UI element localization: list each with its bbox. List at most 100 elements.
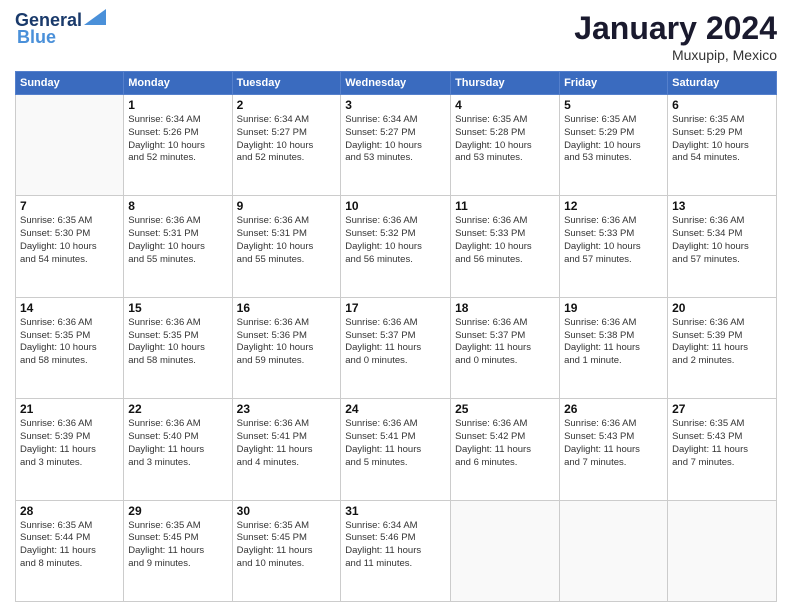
calendar-cell: 17 Sunrise: 6:36 AMSunset: 5:37 PMDayligh… (341, 297, 451, 398)
day-info: Sunrise: 6:36 AMSunset: 5:38 PMDaylight:… (564, 317, 663, 368)
day-info: Sunrise: 6:36 AMSunset: 5:35 PMDaylight:… (20, 317, 119, 368)
day-number: 13 (672, 199, 772, 213)
weekday-header-friday: Friday (560, 72, 668, 95)
day-info: Sunrise: 6:36 AMSunset: 5:34 PMDaylight:… (672, 215, 772, 266)
calendar-cell: 31 Sunrise: 6:34 AMSunset: 5:46 PMDayligh… (341, 500, 451, 601)
calendar-cell: 4 Sunrise: 6:35 AMSunset: 5:28 PMDaylight… (451, 95, 560, 196)
day-number: 9 (237, 199, 337, 213)
day-number: 14 (20, 301, 119, 315)
day-info: Sunrise: 6:36 AMSunset: 5:36 PMDaylight:… (237, 317, 337, 368)
title-block: January 2024 Muxupip, Mexico (574, 10, 777, 63)
calendar-week-row: 28 Sunrise: 6:35 AMSunset: 5:44 PMDayligh… (16, 500, 777, 601)
calendar-week-row: 7Sunrise: 6:35 AMSunset: 5:30 PMDaylight… (16, 196, 777, 297)
day-info: Sunrise: 6:36 AMSunset: 5:37 PMDaylight:… (345, 317, 446, 368)
day-info: Sunrise: 6:36 AMSunset: 5:37 PMDaylight:… (455, 317, 555, 368)
day-info: Sunrise: 6:34 AMSunset: 5:46 PMDaylight:… (345, 520, 446, 571)
day-info: Sunrise: 6:36 AMSunset: 5:31 PMDaylight:… (128, 215, 227, 266)
day-number: 30 (237, 504, 337, 518)
day-info: Sunrise: 6:36 AMSunset: 5:39 PMDaylight:… (20, 418, 119, 469)
calendar-cell: 20Sunrise: 6:36 AMSunset: 5:39 PMDayligh… (668, 297, 777, 398)
weekday-header-wednesday: Wednesday (341, 72, 451, 95)
day-number: 1 (128, 98, 227, 112)
logo: General Blue (15, 10, 106, 48)
day-number: 8 (128, 199, 227, 213)
day-info: Sunrise: 6:36 AMSunset: 5:42 PMDaylight:… (455, 418, 555, 469)
day-number: 27 (672, 402, 772, 416)
day-info: Sunrise: 6:36 AMSunset: 5:31 PMDaylight:… (237, 215, 337, 266)
calendar-cell: 16 Sunrise: 6:36 AMSunset: 5:36 PMDayligh… (232, 297, 341, 398)
day-number: 12 (564, 199, 663, 213)
calendar-cell: 21Sunrise: 6:36 AMSunset: 5:39 PMDayligh… (16, 399, 124, 500)
day-number: 29 (128, 504, 227, 518)
day-number: 10 (345, 199, 446, 213)
calendar-cell: 12 Sunrise: 6:36 AMSunset: 5:33 PMDayligh… (560, 196, 668, 297)
weekday-header-sunday: Sunday (16, 72, 124, 95)
calendar-cell: 2 Sunrise: 6:34 AMSunset: 5:27 PMDaylight… (232, 95, 341, 196)
weekday-header-tuesday: Tuesday (232, 72, 341, 95)
calendar-table: SundayMondayTuesdayWednesdayThursdayFrid… (15, 71, 777, 602)
day-number: 20 (672, 301, 772, 315)
day-number: 5 (564, 98, 663, 112)
day-info: Sunrise: 6:35 AMSunset: 5:43 PMDaylight:… (672, 418, 772, 469)
calendar-cell: 14 Sunrise: 6:36 AMSunset: 5:35 PMDayligh… (16, 297, 124, 398)
day-info: Sunrise: 6:35 AMSunset: 5:30 PMDaylight:… (20, 215, 119, 266)
day-info: Sunrise: 6:34 AMSunset: 5:26 PMDaylight:… (128, 114, 227, 165)
weekday-header-thursday: Thursday (451, 72, 560, 95)
day-info: Sunrise: 6:36 AMSunset: 5:33 PMDaylight:… (455, 215, 555, 266)
day-number: 23 (237, 402, 337, 416)
calendar-cell: 28 Sunrise: 6:35 AMSunset: 5:44 PMDayligh… (16, 500, 124, 601)
calendar-week-row: 1 Sunrise: 6:34 AMSunset: 5:26 PMDaylight… (16, 95, 777, 196)
day-number: 4 (455, 98, 555, 112)
calendar-week-row: 21Sunrise: 6:36 AMSunset: 5:39 PMDayligh… (16, 399, 777, 500)
calendar-cell: 22Sunrise: 6:36 AMSunset: 5:40 PMDayligh… (124, 399, 232, 500)
day-info: Sunrise: 6:35 AMSunset: 5:29 PMDaylight:… (564, 114, 663, 165)
day-info: Sunrise: 6:35 AMSunset: 5:44 PMDaylight:… (20, 520, 119, 571)
month-title: January 2024 (574, 10, 777, 47)
day-number: 16 (237, 301, 337, 315)
calendar-week-row: 14 Sunrise: 6:36 AMSunset: 5:35 PMDayligh… (16, 297, 777, 398)
day-number: 17 (345, 301, 446, 315)
calendar-cell: 9 Sunrise: 6:36 AMSunset: 5:31 PMDaylight… (232, 196, 341, 297)
calendar-cell: 8 Sunrise: 6:36 AMSunset: 5:31 PMDaylight… (124, 196, 232, 297)
calendar-cell: 27 Sunrise: 6:35 AMSunset: 5:43 PMDayligh… (668, 399, 777, 500)
calendar-cell: 11 Sunrise: 6:36 AMSunset: 5:33 PMDayligh… (451, 196, 560, 297)
calendar-cell (668, 500, 777, 601)
calendar-cell: 30 Sunrise: 6:35 AMSunset: 5:45 PMDayligh… (232, 500, 341, 601)
weekday-header-monday: Monday (124, 72, 232, 95)
calendar-cell: 3 Sunrise: 6:34 AMSunset: 5:27 PMDaylight… (341, 95, 451, 196)
day-number: 25 (455, 402, 555, 416)
calendar-cell: 19 Sunrise: 6:36 AMSunset: 5:38 PMDayligh… (560, 297, 668, 398)
page-header: General Blue January 2024 Muxupip, Mexic… (15, 10, 777, 63)
day-number: 31 (345, 504, 446, 518)
calendar-cell: 23 Sunrise: 6:36 AMSunset: 5:41 PMDayligh… (232, 399, 341, 500)
day-number: 6 (672, 98, 772, 112)
calendar-cell: 1 Sunrise: 6:34 AMSunset: 5:26 PMDaylight… (124, 95, 232, 196)
day-number: 11 (455, 199, 555, 213)
location: Muxupip, Mexico (574, 47, 777, 63)
logo-icon (84, 9, 106, 25)
day-info: Sunrise: 6:34 AMSunset: 5:27 PMDaylight:… (237, 114, 337, 165)
day-number: 3 (345, 98, 446, 112)
day-info: Sunrise: 6:35 AMSunset: 5:28 PMDaylight:… (455, 114, 555, 165)
day-number: 2 (237, 98, 337, 112)
weekday-header-saturday: Saturday (668, 72, 777, 95)
calendar-cell: 10Sunrise: 6:36 AMSunset: 5:32 PMDayligh… (341, 196, 451, 297)
calendar-cell: 25 Sunrise: 6:36 AMSunset: 5:42 PMDayligh… (451, 399, 560, 500)
day-info: Sunrise: 6:35 AMSunset: 5:29 PMDaylight:… (672, 114, 772, 165)
day-info: Sunrise: 6:36 AMSunset: 5:41 PMDaylight:… (237, 418, 337, 469)
day-info: Sunrise: 6:35 AMSunset: 5:45 PMDaylight:… (237, 520, 337, 571)
day-info: Sunrise: 6:34 AMSunset: 5:27 PMDaylight:… (345, 114, 446, 165)
logo-blue: Blue (15, 27, 56, 48)
day-number: 18 (455, 301, 555, 315)
day-number: 26 (564, 402, 663, 416)
calendar-cell: 7Sunrise: 6:35 AMSunset: 5:30 PMDaylight… (16, 196, 124, 297)
weekday-header-row: SundayMondayTuesdayWednesdayThursdayFrid… (16, 72, 777, 95)
calendar-cell: 5 Sunrise: 6:35 AMSunset: 5:29 PMDaylight… (560, 95, 668, 196)
calendar-cell: 6 Sunrise: 6:35 AMSunset: 5:29 PMDaylight… (668, 95, 777, 196)
day-info: Sunrise: 6:35 AMSunset: 5:45 PMDaylight:… (128, 520, 227, 571)
day-number: 28 (20, 504, 119, 518)
day-number: 22 (128, 402, 227, 416)
calendar-cell: 15Sunrise: 6:36 AMSunset: 5:35 PMDayligh… (124, 297, 232, 398)
day-info: Sunrise: 6:36 AMSunset: 5:33 PMDaylight:… (564, 215, 663, 266)
day-number: 19 (564, 301, 663, 315)
